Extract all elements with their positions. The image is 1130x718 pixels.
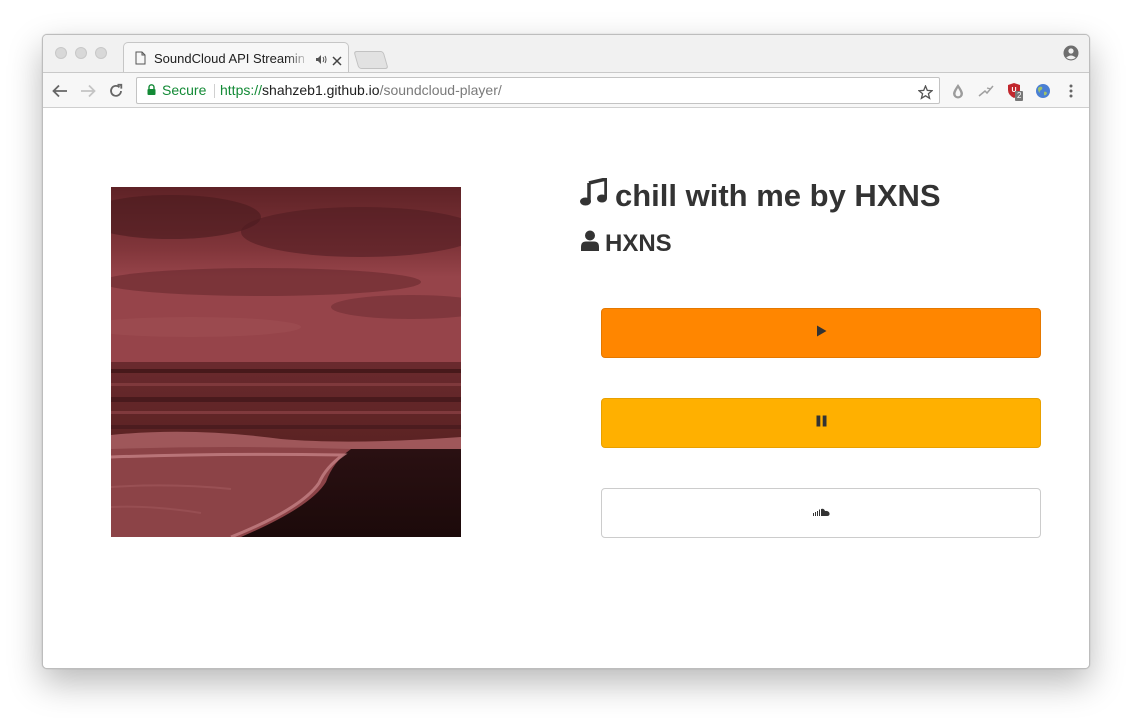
pause-icon (816, 414, 827, 432)
soundcloud-icon (812, 504, 830, 522)
lock-icon (147, 78, 156, 103)
pause-button[interactable] (601, 398, 1041, 448)
user-icon (581, 230, 599, 258)
url-text: https://shahzeb1.github.io/soundcloud-pl… (220, 78, 502, 103)
minimize-window-button[interactable] (75, 47, 87, 59)
album-artwork (111, 187, 461, 537)
drop-extension-icon[interactable] (949, 82, 967, 100)
url-path: /soundcloud-player/ (379, 82, 502, 98)
menu-icon[interactable] (1062, 82, 1080, 100)
document-icon (135, 51, 146, 70)
close-window-button[interactable] (55, 47, 67, 59)
reload-icon[interactable] (106, 81, 126, 101)
artist-name: HXNS (581, 229, 672, 259)
browser-window: SoundCloud API Streaming Secure https://… (42, 34, 1090, 669)
globe-extension-icon[interactable] (1034, 82, 1052, 100)
zoom-window-button[interactable] (95, 47, 107, 59)
artist-name-text: HXNS (605, 230, 672, 257)
play-icon (816, 324, 827, 342)
speaker-icon[interactable] (315, 52, 327, 70)
track-title: chill with me by HXNS (580, 176, 941, 215)
url-host: shahzeb1.github.io (262, 82, 380, 98)
address-bar[interactable]: Secure https://shahzeb1.github.io/soundc… (136, 77, 940, 104)
shield-extension-icon[interactable]: U 2 (1006, 82, 1024, 101)
star-icon[interactable] (917, 83, 934, 108)
soundcloud-button[interactable] (601, 488, 1041, 538)
profile-icon[interactable] (1063, 45, 1079, 66)
extension-badge: 2 (1015, 91, 1024, 101)
music-note-icon (580, 176, 608, 214)
new-tab-button[interactable] (353, 51, 389, 69)
back-icon[interactable] (50, 81, 70, 101)
title-bar: SoundCloud API Streaming (43, 35, 1089, 73)
forward-icon[interactable] (78, 81, 98, 101)
lightning-extension-icon[interactable] (977, 82, 995, 100)
track-title-text: chill with me by HXNS (615, 178, 941, 213)
close-icon[interactable] (332, 53, 342, 71)
browser-toolbar: Secure https://shahzeb1.github.io/soundc… (43, 72, 1089, 108)
browser-tab[interactable]: SoundCloud API Streaming (123, 42, 349, 73)
url-scheme: https:// (220, 82, 263, 98)
tab-title: SoundCloud API Streaming (154, 51, 304, 66)
page-content: chill with me by HXNS HXNS (43, 108, 1089, 668)
secure-label: Secure (162, 82, 207, 98)
secure-indicator[interactable]: Secure (147, 78, 206, 103)
play-button[interactable] (601, 308, 1041, 358)
